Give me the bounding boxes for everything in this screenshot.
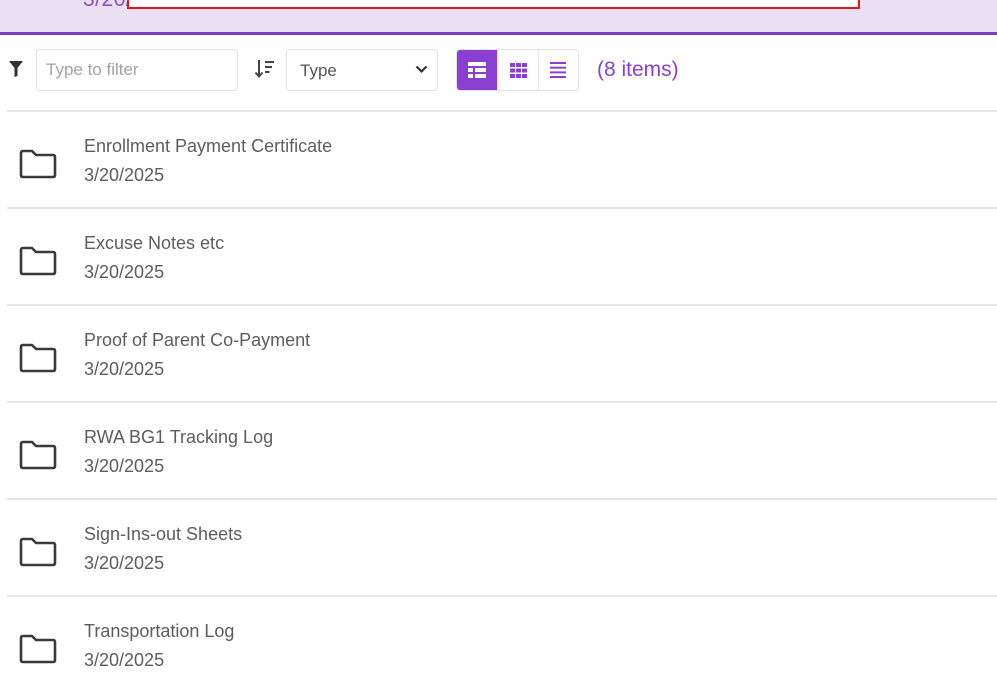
sort-by-select[interactable]: Type	[286, 49, 438, 91]
item-date: 3/20/2025	[84, 650, 165, 670]
highlight-frame	[127, 0, 860, 9]
folder-icon	[19, 537, 57, 567]
item-name[interactable]: RWA BG1 Tracking Log	[84, 427, 273, 448]
folder-icon	[19, 343, 57, 373]
folder-icon	[19, 149, 57, 179]
item-name[interactable]: Transportation Log	[84, 621, 234, 642]
folder-icon	[19, 440, 57, 470]
item-date: 3/20/2025	[84, 553, 165, 573]
item-date: 3/20/2025	[84, 359, 165, 379]
list-item[interactable]: Proof of Parent Co-Payment 3/20/2025	[7, 306, 997, 403]
folder-icon	[19, 246, 57, 276]
grid-icon	[509, 62, 527, 78]
item-date: 3/20/2025	[84, 456, 165, 476]
view-toggle-group	[456, 49, 579, 91]
item-name[interactable]: Sign-Ins-out Sheets	[84, 524, 242, 545]
grid-view-button[interactable]	[497, 50, 537, 90]
item-name[interactable]: Excuse Notes etc	[84, 233, 224, 254]
item-name[interactable]: Proof of Parent Co-Payment	[84, 330, 310, 351]
item-date: 3/20/2025	[84, 262, 165, 282]
sort-by-value: Type	[300, 61, 337, 80]
filter-input[interactable]	[36, 49, 238, 91]
selected-item-banner: 3/20/2025	[0, 0, 997, 35]
table-list-icon	[468, 62, 487, 78]
list-item[interactable]: Sign-Ins-out Sheets 3/20/2025	[7, 500, 997, 597]
toolbar: Type (8	[0, 48, 997, 94]
item-date: 3/20/2025	[84, 165, 165, 185]
filter-icon[interactable]	[8, 60, 24, 78]
compact-view-button[interactable]	[537, 50, 578, 90]
chevron-down-icon	[415, 65, 428, 74]
folder-icon	[19, 634, 57, 664]
list-view-button[interactable]	[457, 50, 498, 90]
list-item[interactable]: Enrollment Payment Certificate 3/20/2025	[7, 112, 997, 209]
list-item[interactable]: Transportation Log 3/20/2025	[7, 597, 997, 688]
item-count: (8 items)	[597, 58, 679, 81]
sort-icon[interactable]	[254, 59, 276, 79]
folder-list: Enrollment Payment Certificate 3/20/2025…	[7, 110, 997, 688]
lines-icon	[550, 62, 567, 78]
list-item[interactable]: RWA BG1 Tracking Log 3/20/2025	[7, 403, 997, 500]
item-name[interactable]: Enrollment Payment Certificate	[84, 136, 332, 157]
list-item[interactable]: Excuse Notes etc 3/20/2025	[7, 209, 997, 306]
